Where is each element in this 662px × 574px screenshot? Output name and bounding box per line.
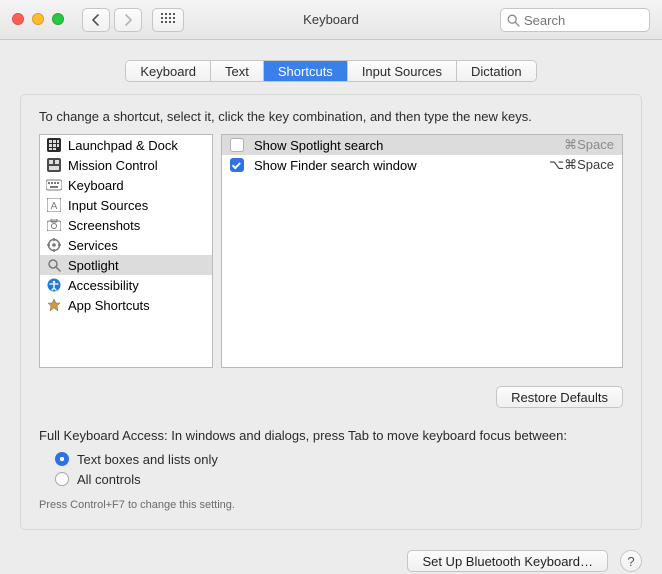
category-app-shortcuts[interactable]: App Shortcuts bbox=[40, 295, 212, 315]
footer: Set Up Bluetooth Keyboard… ? bbox=[20, 550, 642, 572]
category-screenshots[interactable]: Screenshots bbox=[40, 215, 212, 235]
titlebar: Keyboard bbox=[0, 0, 662, 40]
category-input-sources[interactable]: A Input Sources bbox=[40, 195, 212, 215]
shortcut-checkbox[interactable] bbox=[230, 138, 244, 152]
category-label: Keyboard bbox=[68, 178, 124, 193]
tabs-row: KeyboardTextShortcutsInput SourcesDictat… bbox=[0, 40, 662, 82]
category-label: Screenshots bbox=[68, 218, 140, 233]
category-mission-control[interactable]: Mission Control bbox=[40, 155, 212, 175]
toolbar-nav bbox=[82, 8, 184, 32]
spotlight-icon bbox=[46, 257, 62, 273]
minimize-window-button[interactable] bbox=[32, 13, 44, 25]
fka-option-label: All controls bbox=[77, 472, 141, 487]
shortcut-checkbox[interactable] bbox=[230, 158, 244, 172]
shortcut-row[interactable]: Show Spotlight search ⌘Space bbox=[222, 135, 622, 155]
category-label: Services bbox=[68, 238, 118, 253]
category-label: App Shortcuts bbox=[68, 298, 150, 313]
radio-indicator bbox=[55, 472, 69, 486]
mission-control-icon bbox=[46, 157, 62, 173]
tab-keyboard[interactable]: Keyboard bbox=[126, 61, 211, 81]
tab-input-sources[interactable]: Input Sources bbox=[348, 61, 457, 81]
search-input[interactable] bbox=[524, 13, 643, 28]
full-keyboard-access-section: Full Keyboard Access: In windows and dia… bbox=[39, 428, 623, 511]
category-label: Input Sources bbox=[68, 198, 148, 213]
traffic-lights bbox=[12, 13, 64, 25]
category-services[interactable]: Services bbox=[40, 235, 212, 255]
launchpad-icon bbox=[46, 137, 62, 153]
radio-indicator bbox=[55, 452, 69, 466]
svg-text:A: A bbox=[51, 201, 58, 212]
search-field[interactable] bbox=[500, 8, 650, 32]
preferences-window: Keyboard KeyboardTextShortcutsInput Sour… bbox=[0, 0, 662, 574]
shortcut-label: Show Spotlight search bbox=[254, 138, 554, 153]
tab-text[interactable]: Text bbox=[211, 61, 264, 81]
instruction-text: To change a shortcut, select it, click t… bbox=[39, 109, 623, 124]
zoom-window-button[interactable] bbox=[52, 13, 64, 25]
fka-option-label: Text boxes and lists only bbox=[77, 452, 218, 467]
search-icon bbox=[507, 14, 520, 27]
chevron-right-icon bbox=[123, 14, 133, 26]
help-button[interactable]: ? bbox=[620, 550, 642, 572]
fka-radios: Text boxes and lists only All controls bbox=[55, 449, 623, 489]
back-button[interactable] bbox=[82, 8, 110, 32]
close-window-button[interactable] bbox=[12, 13, 24, 25]
tab-shortcuts[interactable]: Shortcuts bbox=[264, 61, 348, 81]
setup-bluetooth-keyboard-button[interactable]: Set Up Bluetooth Keyboard… bbox=[407, 550, 608, 572]
tab-dictation[interactable]: Dictation bbox=[457, 61, 536, 81]
fka-prompt: Full Keyboard Access: In windows and dia… bbox=[39, 428, 623, 443]
category-list[interactable]: Launchpad & Dock Mission Control Keyboard A… bbox=[39, 134, 213, 368]
restore-defaults-button[interactable]: Restore Defaults bbox=[496, 386, 623, 408]
category-accessibility[interactable]: Accessibility bbox=[40, 275, 212, 295]
fka-option-all-controls[interactable]: All controls bbox=[55, 469, 623, 489]
shortcut-row[interactable]: Show Finder search window ⌥⌘Space bbox=[222, 155, 622, 175]
category-launchpad-dock[interactable]: Launchpad & Dock bbox=[40, 135, 212, 155]
category-spotlight[interactable]: Spotlight bbox=[40, 255, 212, 275]
category-keyboard[interactable]: Keyboard bbox=[40, 175, 212, 195]
accessibility-icon bbox=[46, 277, 62, 293]
shortcuts-list[interactable]: Show Spotlight search ⌘Space Show Finder s… bbox=[221, 134, 623, 368]
fka-hint: Press Control+F7 to change this setting. bbox=[39, 499, 623, 511]
input-sources-icon: A bbox=[46, 197, 62, 213]
category-label: Launchpad & Dock bbox=[68, 138, 178, 153]
shortcut-keys[interactable]: ⌥⌘Space bbox=[549, 157, 614, 173]
split-row: Launchpad & Dock Mission Control Keyboard A… bbox=[39, 134, 623, 368]
category-label: Accessibility bbox=[68, 278, 139, 293]
grid-icon bbox=[161, 13, 175, 27]
keyboard-icon bbox=[46, 177, 62, 193]
fka-option-text-boxes[interactable]: Text boxes and lists only bbox=[55, 449, 623, 469]
screenshots-icon bbox=[46, 217, 62, 233]
tabs-segmented: KeyboardTextShortcutsInput SourcesDictat… bbox=[125, 60, 536, 82]
category-label: Spotlight bbox=[68, 258, 119, 273]
category-label: Mission Control bbox=[68, 158, 158, 173]
restore-row: Restore Defaults bbox=[39, 386, 623, 408]
app-shortcuts-icon bbox=[46, 297, 62, 313]
shortcuts-panel: To change a shortcut, select it, click t… bbox=[20, 94, 642, 530]
services-icon bbox=[46, 237, 62, 253]
shortcut-keys[interactable]: ⌘Space bbox=[564, 137, 614, 153]
chevron-left-icon bbox=[91, 14, 101, 26]
shortcut-label: Show Finder search window bbox=[254, 158, 539, 173]
show-all-button[interactable] bbox=[152, 8, 184, 32]
forward-button[interactable] bbox=[114, 8, 142, 32]
